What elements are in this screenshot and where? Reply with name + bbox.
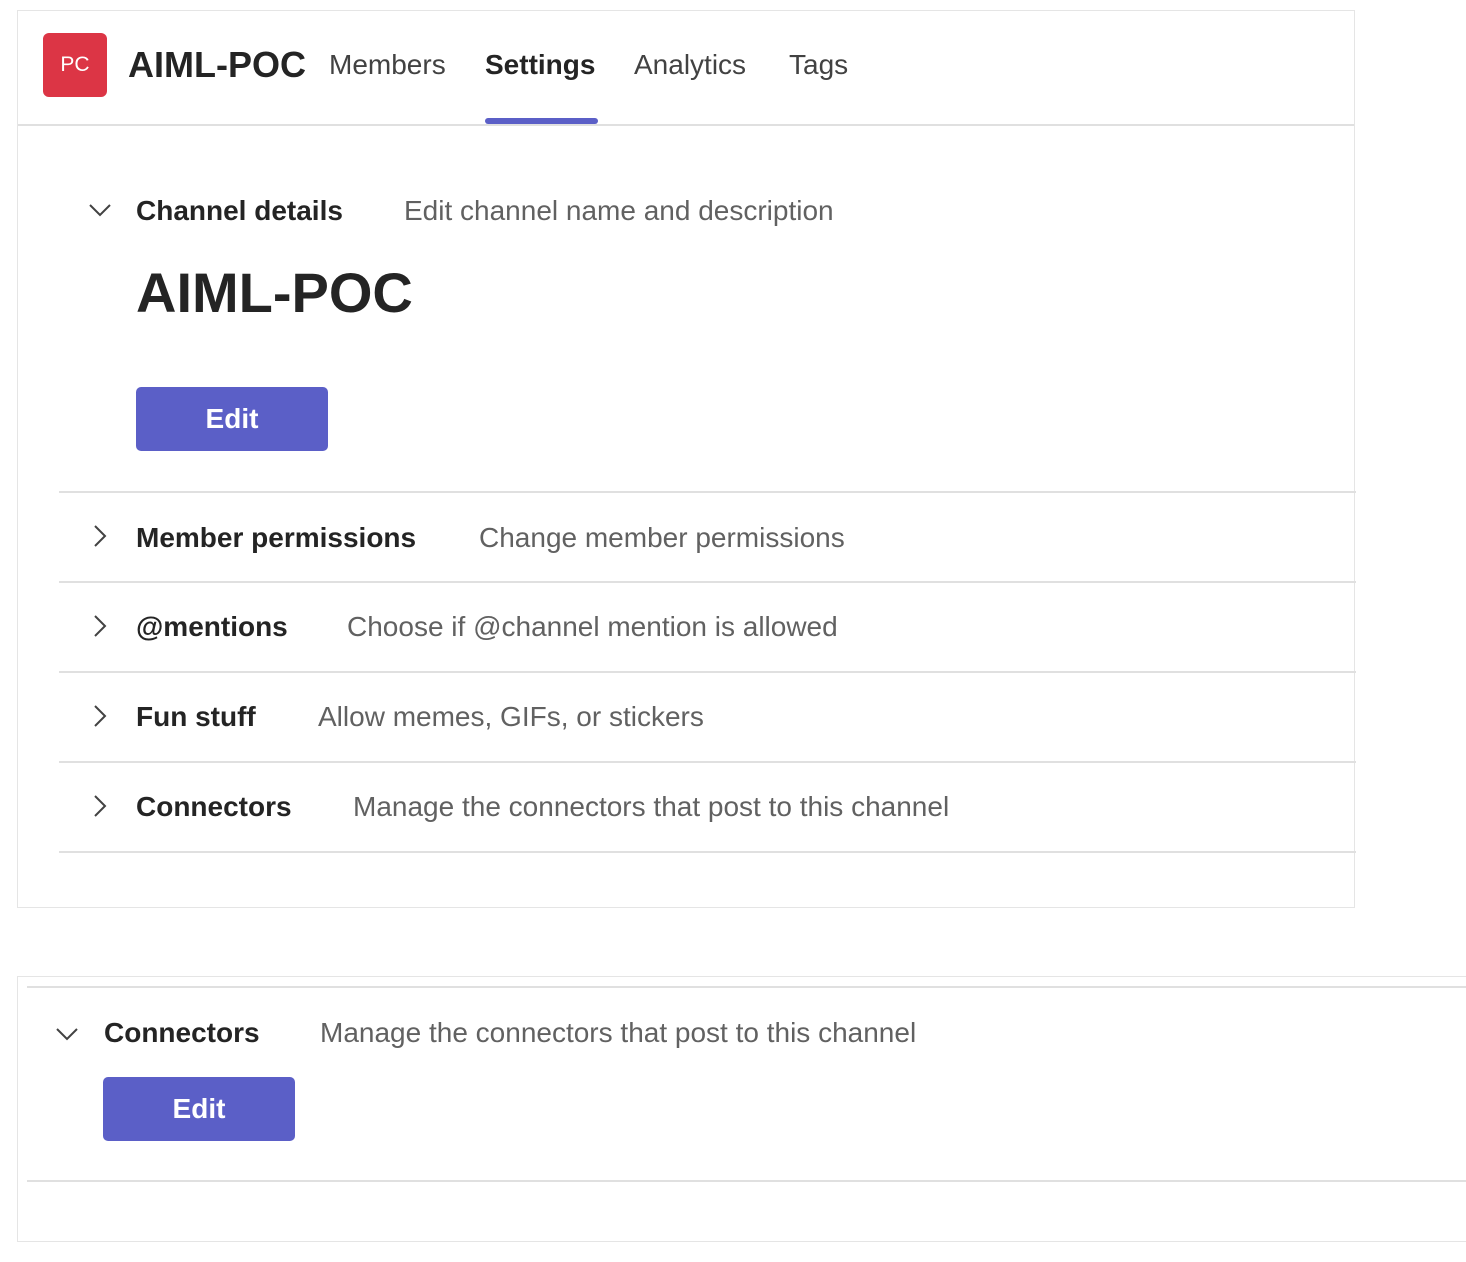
section-description: Change member permissions xyxy=(479,522,845,553)
channel-name-header: AIML-POC xyxy=(128,44,306,85)
section-title[interactable]: @mentions xyxy=(136,609,288,645)
tab-members[interactable]: Members xyxy=(329,45,446,85)
section-description: Allow memes, GIFs, or stickers xyxy=(318,701,704,732)
chevron-down-icon[interactable] xyxy=(87,197,113,223)
channel-avatar: PC xyxy=(43,33,107,97)
section-fun-stuff[interactable]: Fun stuff Allow memes, GIFs, or stickers xyxy=(59,673,1356,763)
section-description: Edit channel name and description xyxy=(404,195,834,226)
tab-analytics[interactable]: Analytics xyxy=(634,45,746,85)
section-title[interactable]: Member permissions xyxy=(136,520,416,556)
tab-settings[interactable]: Settings xyxy=(485,45,595,85)
section-title[interactable]: Fun stuff xyxy=(136,699,256,735)
section-title[interactable]: Connectors xyxy=(136,789,292,825)
section-title[interactable]: Connectors xyxy=(104,1015,260,1051)
chevron-right-icon[interactable] xyxy=(87,523,113,549)
edit-connectors-button[interactable]: Edit xyxy=(103,1077,295,1141)
connectors-panel: Connectors Manage the connectors that po… xyxy=(17,976,1466,1242)
section-connectors[interactable]: Connectors Manage the connectors that po… xyxy=(59,763,1356,853)
chevron-right-icon[interactable] xyxy=(87,793,113,819)
section-description: Choose if @channel mention is allowed xyxy=(347,611,838,642)
chevron-down-icon[interactable] xyxy=(54,1021,80,1047)
chevron-right-icon[interactable] xyxy=(87,613,113,639)
section-description: Manage the connectors that post to this … xyxy=(320,1017,917,1048)
channel-header: PC AIML-POC Members Settings Analytics T… xyxy=(18,11,1354,126)
section-member-permissions[interactable]: Member permissions Change member permiss… xyxy=(59,491,1356,583)
section-mentions[interactable]: @mentions Choose if @channel mention is … xyxy=(59,583,1356,673)
active-tab-indicator xyxy=(485,118,598,124)
tab-tags[interactable]: Tags xyxy=(789,45,848,85)
section-title[interactable]: Channel details xyxy=(136,193,343,229)
channel-name: AIML-POC xyxy=(136,261,413,324)
edit-channel-button[interactable]: Edit xyxy=(136,387,328,451)
chevron-right-icon[interactable] xyxy=(87,703,113,729)
settings-panel: PC AIML-POC Members Settings Analytics T… xyxy=(17,10,1356,908)
section-connectors-expanded: Connectors Manage the connectors that po… xyxy=(27,986,1466,1182)
section-description: Manage the connectors that post to this … xyxy=(353,791,950,822)
